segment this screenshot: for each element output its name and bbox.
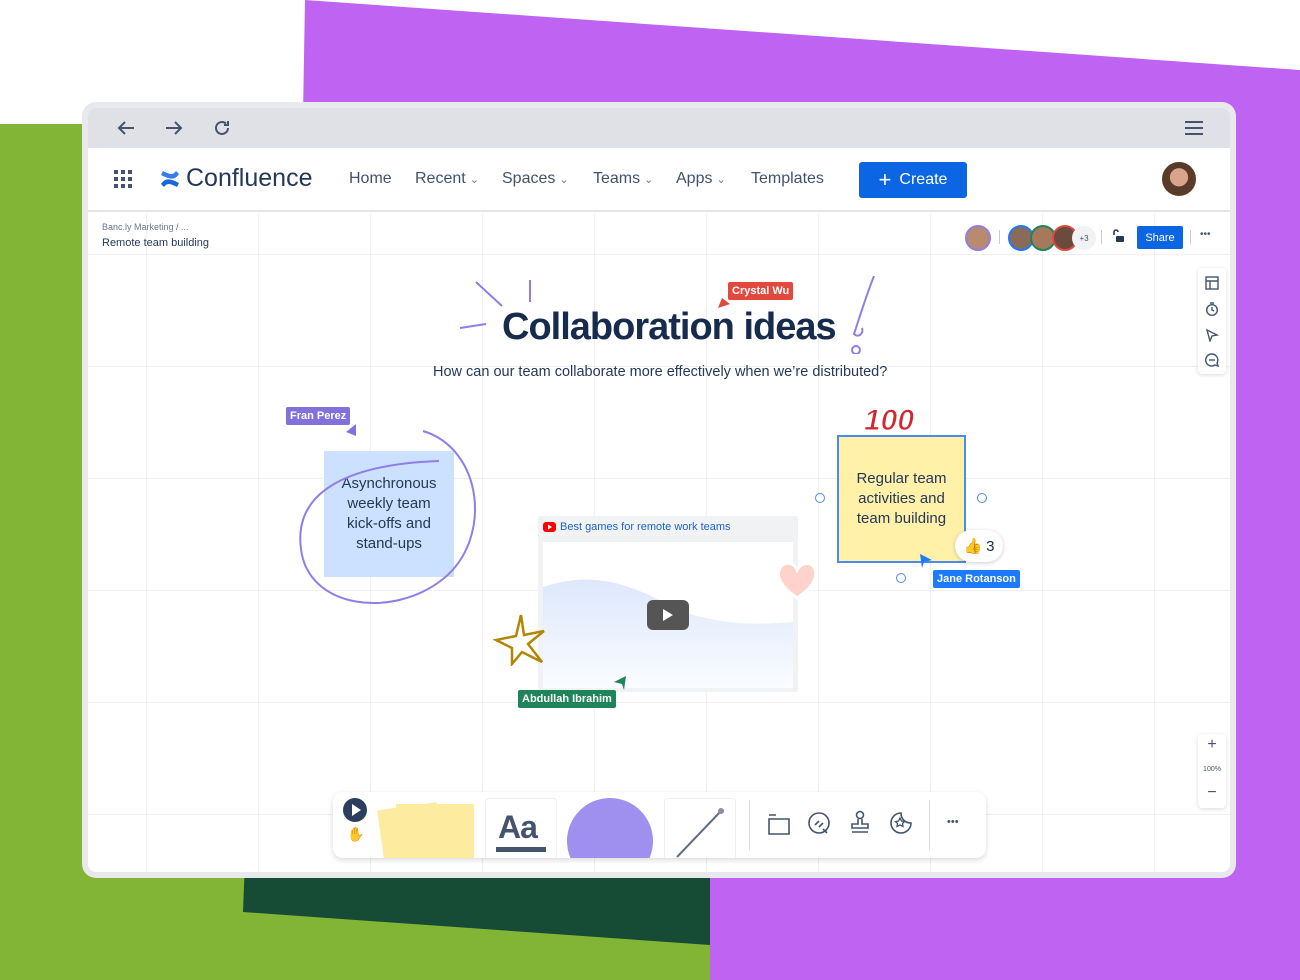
nav-home-label: Home: [349, 170, 392, 187]
nav-spaces-label: Spaces: [502, 170, 556, 187]
sparkle-cursor-icon[interactable]: [1205, 328, 1219, 342]
forward-icon[interactable]: [164, 118, 184, 138]
chevron-down-icon: ⌄: [644, 173, 654, 186]
cursor-tag-crystal: Crystal Wu: [728, 282, 794, 300]
reaction-badge[interactable]: 👍 3: [955, 530, 1003, 562]
comment-icon[interactable]: [1205, 353, 1219, 367]
user-avatar[interactable]: [1160, 160, 1198, 198]
select-tool-icon[interactable]: [343, 798, 367, 822]
timer-icon[interactable]: [1205, 302, 1219, 316]
side-toolbar: [1198, 268, 1226, 374]
plus-icon: +: [878, 167, 892, 192]
nav-teams-label: Teams: [593, 170, 641, 187]
video-embed-card[interactable]: Best games for remote work teams: [538, 516, 798, 692]
owner-avatar[interactable]: [965, 225, 991, 251]
cursor-arrow-icon: [614, 676, 626, 690]
shape-tool[interactable]: [567, 798, 653, 858]
reaction-count: 3: [986, 537, 995, 555]
play-button[interactable]: [647, 600, 689, 630]
line-tool[interactable]: [664, 798, 736, 858]
unlock-icon[interactable]: [1111, 229, 1125, 243]
hand-tool-icon[interactable]: ✋: [347, 826, 364, 843]
browser-toolbar: [88, 108, 1230, 148]
sticky-note-yellow[interactable]: Regular team activities and team buildin…: [837, 435, 966, 563]
thumbs-up-icon: 👍: [963, 538, 983, 555]
stamp-icon[interactable]: [849, 810, 871, 836]
video-thumbnail[interactable]: [543, 542, 793, 688]
board-title[interactable]: Collaboration ideas: [502, 306, 837, 349]
youtube-icon: [543, 522, 556, 532]
hamburger-icon[interactable]: [1184, 119, 1204, 137]
cursor-arrow-icon: [718, 298, 730, 308]
chevron-down-icon: ⌄: [469, 173, 479, 186]
nav-recent[interactable]: Recent ⌄: [415, 170, 479, 188]
zoom-level: 100%: [1203, 766, 1221, 773]
nav-apps[interactable]: Apps ⌄: [676, 170, 726, 188]
divider: [999, 230, 1000, 244]
nav-apps-label: Apps: [676, 170, 713, 187]
lasso-doodle: [299, 430, 476, 604]
share-button[interactable]: Share: [1137, 226, 1183, 249]
nav-templates[interactable]: Templates: [751, 170, 824, 188]
sticky-note-tool[interactable]: [396, 804, 474, 858]
breadcrumb[interactable]: Banc.ly Marketing / ...: [102, 222, 189, 232]
confluence-logo[interactable]: Confluence: [186, 164, 312, 193]
zoom-out-button[interactable]: −: [1198, 784, 1226, 802]
nav-spaces[interactable]: Spaces ⌄: [502, 170, 569, 188]
board-subtitle[interactable]: How can our team collaborate more effect…: [433, 364, 887, 380]
back-icon[interactable]: [116, 118, 136, 138]
page-title: Remote team building: [102, 237, 210, 249]
browser-window: Confluence Home Recent ⌄ Spaces ⌄ Teams ⌄ A…: [82, 102, 1236, 878]
sticker-icon[interactable]: [889, 811, 913, 835]
star-sticker[interactable]: [493, 612, 549, 666]
divider: [929, 800, 930, 850]
cursor-tag-abdullah: Abdullah Ibrahim: [518, 690, 616, 708]
chevron-down-icon: ⌄: [559, 173, 569, 186]
smart-sticky-icon[interactable]: [807, 811, 833, 837]
connector-handle[interactable]: [815, 493, 825, 503]
zoom-in-button[interactable]: +: [1198, 736, 1226, 754]
top-navigation: Confluence Home Recent ⌄ Spaces ⌄ Teams ⌄ A…: [88, 148, 1230, 212]
heart-sticker[interactable]: [774, 558, 820, 602]
divider: [1101, 230, 1102, 244]
more-tools-button[interactable]: •••: [947, 816, 959, 828]
line-icon: [676, 808, 724, 858]
divider: [749, 800, 750, 850]
divider: [1190, 230, 1191, 244]
reload-icon[interactable]: [212, 118, 232, 138]
nav-templates-label: Templates: [751, 170, 824, 187]
connector-handle[interactable]: [896, 573, 906, 583]
nav-recent-label: Recent: [415, 170, 466, 187]
layout-icon[interactable]: [1205, 276, 1219, 290]
whiteboard-canvas[interactable]: Banc.ly Marketing / ... Remote team buil…: [88, 214, 1230, 872]
play-icon: [663, 609, 673, 621]
confluence-logo-icon: [161, 171, 179, 187]
text-tool[interactable]: Aa: [485, 798, 557, 858]
create-button[interactable]: + Create: [859, 162, 967, 198]
chevron-down-icon: ⌄: [716, 173, 726, 186]
more-options-button[interactable]: •••: [1200, 229, 1211, 240]
text-tool-label: Aa: [498, 809, 538, 845]
video-title[interactable]: Best games for remote work teams: [560, 521, 731, 533]
connector-handle[interactable]: [977, 493, 987, 503]
underline: [496, 847, 546, 852]
creation-toolbar: ✋ Aa •••: [333, 792, 986, 858]
cursor-tag-jane: Jane Rotanson: [933, 570, 1020, 588]
nav-teams[interactable]: Teams ⌄: [593, 170, 653, 188]
create-label: Create: [899, 171, 948, 188]
frame-icon[interactable]: [767, 812, 791, 836]
app-switcher-icon[interactable]: [114, 170, 134, 190]
zoom-controls: + 100% −: [1198, 734, 1226, 808]
nav-home[interactable]: Home: [349, 170, 392, 188]
more-collaborators[interactable]: +3: [1072, 226, 1096, 250]
hundred-sticker[interactable]: 100: [863, 404, 914, 438]
cursor-arrow-icon: [920, 554, 932, 568]
